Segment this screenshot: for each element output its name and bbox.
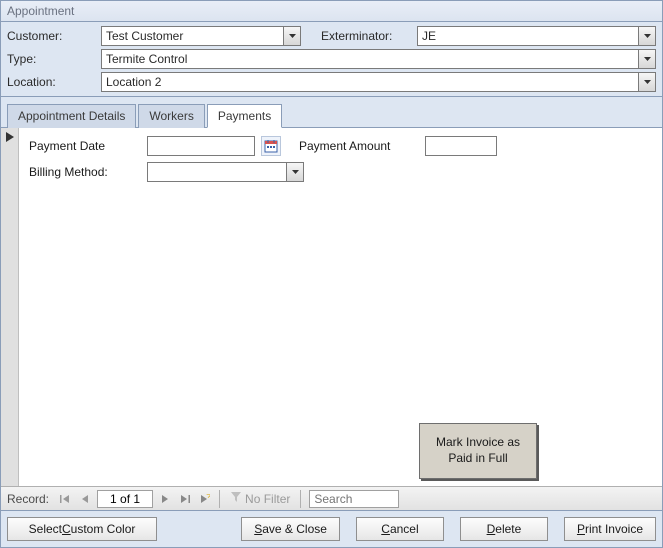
exterminator-dropdown-button[interactable] xyxy=(639,26,656,46)
mark-paid-button[interactable]: Mark Invoice as Paid in Full xyxy=(419,423,537,479)
header-form: Customer: Exterminator: Type: Location: xyxy=(1,22,662,97)
delete-button[interactable]: Delete xyxy=(460,517,548,541)
record-label: Record: xyxy=(1,492,55,506)
record-counter[interactable] xyxy=(97,490,153,508)
select-custom-color-button[interactable]: Select Custom Color xyxy=(7,517,157,541)
no-filter-indicator[interactable]: No Filter xyxy=(224,491,296,506)
location-label: Location: xyxy=(7,75,101,89)
location-input[interactable] xyxy=(101,72,639,92)
nav-last-button[interactable] xyxy=(175,488,195,510)
footer-bar: Select Custom Color Save & Close Cancel … xyxy=(1,510,662,547)
payment-date-input[interactable] xyxy=(147,136,255,156)
customer-dropdown-button[interactable] xyxy=(284,26,301,46)
payment-amount-input[interactable] xyxy=(425,136,497,156)
nav-first-button[interactable] xyxy=(55,488,75,510)
tab-workers[interactable]: Workers xyxy=(138,104,204,128)
billing-method-dropdown-button[interactable] xyxy=(287,162,304,182)
type-label: Type: xyxy=(7,52,101,66)
nav-prev-button[interactable] xyxy=(75,488,95,510)
save-close-button[interactable]: Save & Close xyxy=(241,517,340,541)
appointment-window: Appointment Customer: Exterminator: Type… xyxy=(0,0,663,548)
record-navigator: Record: ✳ No Filter xyxy=(1,486,662,510)
customer-input[interactable] xyxy=(101,26,284,46)
nav-new-button[interactable]: ✳ xyxy=(195,488,215,510)
location-dropdown-button[interactable] xyxy=(639,72,656,92)
payments-form: Payment Date Payment Amount Billing Meth… xyxy=(19,128,662,486)
window-title: Appointment xyxy=(1,1,662,22)
exterminator-combo[interactable] xyxy=(417,26,656,46)
billing-method-label: Billing Method: xyxy=(29,165,141,179)
tab-content: Payment Date Payment Amount Billing Meth… xyxy=(1,128,662,510)
billing-method-combo[interactable] xyxy=(147,162,304,182)
exterminator-input[interactable] xyxy=(417,26,639,46)
tab-bar: Appointment Details Workers Payments xyxy=(1,97,662,128)
print-invoice-button[interactable]: Print Invoice xyxy=(564,517,656,541)
payment-date-label: Payment Date xyxy=(29,139,141,153)
billing-method-input[interactable] xyxy=(147,162,287,182)
tab-appointment-details[interactable]: Appointment Details xyxy=(7,104,136,128)
svg-text:✳: ✳ xyxy=(206,494,210,502)
filter-icon xyxy=(230,491,242,506)
nav-next-button[interactable] xyxy=(155,488,175,510)
payment-amount-label: Payment Amount xyxy=(299,139,419,153)
type-dropdown-button[interactable] xyxy=(639,49,656,69)
exterminator-label: Exterminator: xyxy=(321,29,417,43)
type-input[interactable] xyxy=(101,49,639,69)
search-input[interactable] xyxy=(309,490,399,508)
calendar-icon[interactable] xyxy=(261,136,281,156)
type-combo[interactable] xyxy=(101,49,656,69)
record-selector[interactable] xyxy=(1,128,19,486)
cancel-button[interactable]: Cancel xyxy=(356,517,444,541)
customer-label: Customer: xyxy=(7,29,101,43)
no-filter-label: No Filter xyxy=(245,492,290,506)
location-combo[interactable] xyxy=(101,72,656,92)
tab-payments[interactable]: Payments xyxy=(207,104,282,128)
customer-combo[interactable] xyxy=(101,26,301,46)
